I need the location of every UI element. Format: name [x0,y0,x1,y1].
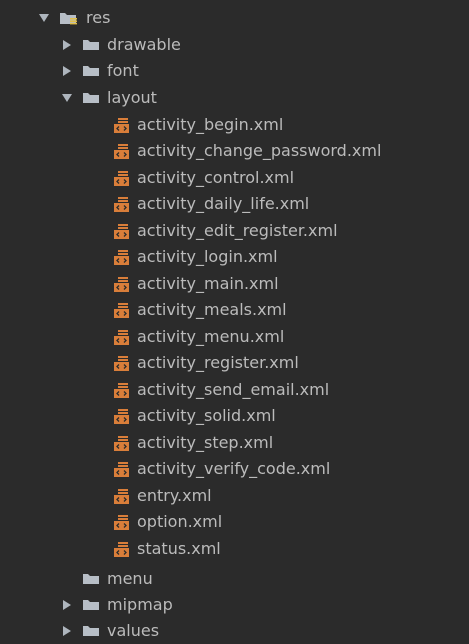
layout-file-item[interactable]: entry.xml [0,483,469,509]
xml-file-icon [114,355,129,371]
layout-file-item[interactable]: activity_edit_register.xml [0,218,469,244]
layout-file-item[interactable]: activity_solid.xml [0,403,469,429]
tree-node-label: drawable [107,35,181,54]
tree-node-label: values [107,621,160,640]
folder-icon [83,40,99,50]
layout-file-item[interactable]: activity_menu.xml [0,324,469,350]
file-name: activity_edit_register.xml [137,221,338,240]
layout-file-item[interactable]: activity_step.xml [0,430,469,456]
layout-file-item[interactable]: activity_control.xml [0,165,469,191]
layout-file-item[interactable]: activity_meals.xml [0,297,469,323]
file-name: activity_register.xml [137,353,299,372]
file-name: status.xml [137,539,221,558]
file-name: activity_begin.xml [137,115,284,134]
xml-file-icon [114,170,129,186]
folder-icon [83,626,99,636]
file-name: activity_main.xml [137,274,279,293]
expand-arrow-icon[interactable] [61,92,73,104]
tree-node-font[interactable]: font [0,58,469,84]
tree-node-label: layout [107,88,157,107]
file-name: activity_change_password.xml [137,141,382,160]
xml-file-icon [114,196,129,212]
xml-file-icon [114,408,129,424]
layout-file-item[interactable]: activity_verify_code.xml [0,456,469,482]
file-name: activity_solid.xml [137,406,276,425]
xml-file-icon [114,117,129,133]
xml-file-icon [114,276,129,292]
collapse-arrow-icon[interactable] [61,625,73,637]
layout-file-item[interactable]: status.xml [0,536,469,562]
file-name: option.xml [137,512,223,531]
tree-node-mipmap[interactable]: mipmap [0,592,469,618]
file-name: activity_daily_life.xml [137,194,310,213]
xml-file-icon [114,223,129,239]
collapse-arrow-icon[interactable] [61,599,73,611]
layout-file-item[interactable]: activity_begin.xml [0,112,469,138]
collapse-arrow-icon[interactable] [61,39,73,51]
tree-node-values[interactable]: values [0,618,469,644]
file-name: activity_meals.xml [137,300,287,319]
xml-file-icon [114,541,129,557]
xml-file-icon [114,249,129,265]
xml-file-icon [114,329,129,345]
xml-file-icon [114,143,129,159]
xml-file-icon [114,435,129,451]
layout-file-item[interactable]: option.xml [0,509,469,535]
xml-file-icon [114,514,129,530]
xml-file-icon [114,302,129,318]
tree-node-menu[interactable]: menu [0,566,469,592]
layout-file-item[interactable]: activity_login.xml [0,244,469,270]
folder-icon [83,66,99,76]
folder-icon [83,574,99,584]
tree-node-res[interactable]: res [0,5,469,31]
xml-file-icon [114,382,129,398]
file-name: activity_step.xml [137,433,274,452]
tree-node-label: mipmap [107,595,173,614]
file-name: activity_send_email.xml [137,380,330,399]
layout-file-item[interactable]: activity_daily_life.xml [0,191,469,217]
expand-arrow-icon[interactable] [38,12,50,24]
resource-folder-icon [60,13,77,25]
xml-file-icon [114,461,129,477]
layout-file-item[interactable]: activity_send_email.xml [0,377,469,403]
tree-node-label: menu [107,569,153,588]
tree-node-drawable[interactable]: drawable [0,32,469,58]
file-name: entry.xml [137,486,212,505]
layout-file-item[interactable]: activity_change_password.xml [0,138,469,164]
folder-icon [83,600,99,610]
xml-file-icon [114,488,129,504]
tree-node-layout[interactable]: layout [0,85,469,111]
project-tree: res drawable font layout activity_begin.… [0,0,469,640]
layout-file-item[interactable]: activity_register.xml [0,350,469,376]
tree-node-label: font [107,61,139,80]
file-name: activity_verify_code.xml [137,459,331,478]
file-name: activity_login.xml [137,247,278,266]
layout-file-item[interactable]: activity_main.xml [0,271,469,297]
folder-icon [83,93,99,103]
collapse-arrow-icon[interactable] [61,65,73,77]
tree-node-label: res [86,8,111,27]
file-name: activity_control.xml [137,168,295,187]
file-name: activity_menu.xml [137,327,285,346]
